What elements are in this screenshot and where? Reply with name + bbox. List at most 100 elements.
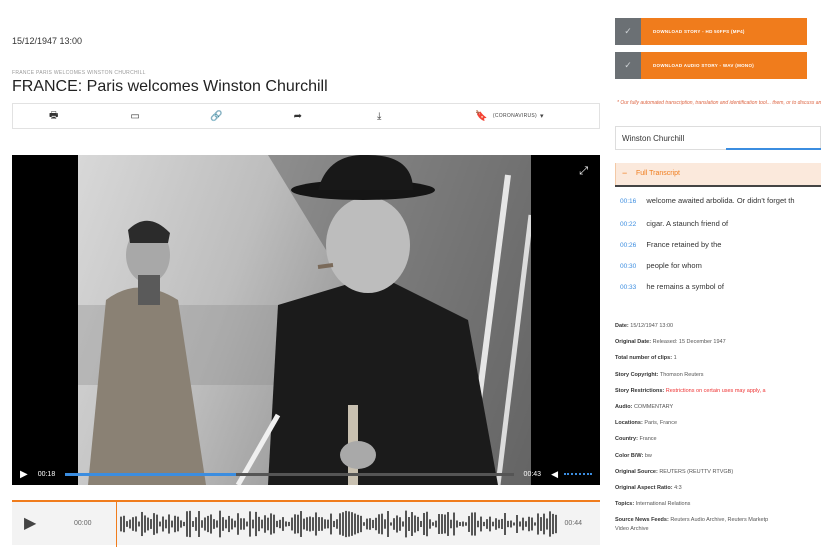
metadata-value: Thomson Reuters (659, 371, 704, 378)
waveform-bar (135, 516, 137, 532)
waveform-bar (255, 511, 257, 537)
metadata-row: Color B/W: bw (615, 453, 821, 469)
waveform-bar (477, 520, 479, 528)
waveform-bar (339, 513, 341, 535)
transcript-timestamp[interactable]: 00:16 (620, 198, 636, 205)
waveform-bar (465, 522, 467, 526)
waveform-bar (333, 520, 335, 528)
full-transcript-toggle[interactable]: − Full Transcript (615, 163, 821, 185)
metadata-row: Date: 15/12/1947 13:00 (615, 323, 821, 339)
restrictions-link[interactable]: Restrictions on certain uses may apply, … (666, 388, 766, 394)
bookmark-dropdown[interactable]: 🔖 (CORONAVIRUS) ▾ (420, 111, 599, 122)
waveform-bar (126, 521, 128, 527)
transcript-text: welcome awaited arbolida. Or didn't forg… (646, 196, 795, 205)
metadata-label: Story Copyright: (615, 371, 659, 378)
seek-progress (65, 472, 236, 476)
waveform-bar (522, 517, 524, 531)
waveform-bar (327, 519, 329, 529)
transcript-timestamp[interactable]: 00:30 (620, 263, 636, 270)
waveform-bar (411, 512, 413, 536)
metadata-value: 15/12/1947 13:00 (630, 323, 674, 329)
metadata-value: 4:3 (674, 484, 682, 491)
waveform-bar (546, 518, 548, 530)
download-audio-button[interactable]: ✓ DOWNLOAD AUDIO STORY - WAV (MONO) (615, 52, 807, 79)
video-player[interactable]: ⤢ ▶ 00:18 00:43 ◀ (12, 155, 600, 485)
transcript-line[interactable]: 00:26 France retained by the (620, 240, 721, 249)
waveform-bar (501, 518, 503, 530)
waveform-bar (384, 519, 386, 529)
transcript-line[interactable]: 00:30 people for whom (620, 261, 702, 270)
transcript-line[interactable]: 00:33 he remains a symbol of (620, 282, 724, 291)
transcript-line[interactable]: 00:16 welcome awaited arbolida. Or didn'… (620, 196, 795, 205)
waveform-bar (312, 517, 314, 531)
audio-player[interactable]: ▶ 00:00 00:44 (12, 500, 600, 547)
download-icon: ⤓ (377, 110, 382, 122)
transcript-timestamp[interactable]: 00:22 (620, 221, 636, 228)
waveform-bar (435, 520, 437, 528)
metadata-row: Total number of clips: 1 (615, 355, 821, 371)
play-icon[interactable]: ▶ (20, 469, 28, 480)
waveform-bar (138, 521, 140, 527)
metadata-value: REUTERS (REUTTV RTVGB) (659, 468, 734, 475)
expand-icon[interactable]: ⤢ (579, 165, 588, 178)
print-icon: 🖶 (48, 109, 59, 121)
print-button[interactable]: 🖶 (13, 108, 94, 125)
download-button[interactable]: ⤓ (339, 111, 420, 122)
audio-waveform[interactable] (120, 508, 560, 540)
transcript-timestamp[interactable]: 00:33 (620, 284, 636, 291)
metadata-value: Reuters Audio Archive, Reuters Marketp (670, 517, 769, 524)
metadata-label: Source News Feeds: (615, 517, 669, 524)
share-button[interactable]: ➦ (257, 111, 338, 122)
waveform-bar (345, 510, 347, 538)
waveform-bar (549, 511, 551, 537)
waveform-bar (150, 519, 152, 529)
waveform-bar (555, 514, 557, 534)
transcript-line[interactable]: 00:22 cigar. A staunch friend of (620, 219, 728, 228)
player-controls: ▶ 00:18 00:43 ◀ (12, 463, 600, 485)
waveform-bar (225, 519, 227, 529)
waveform-bar (387, 511, 389, 537)
volume-icon[interactable]: ◀ (551, 469, 558, 480)
waveform-bar (456, 520, 458, 528)
check-icon: ✓ (615, 52, 641, 79)
waveform-bar (252, 519, 254, 529)
waveform-bar (186, 511, 188, 537)
waveform-bar (471, 512, 473, 536)
waveform-bar (129, 519, 131, 529)
waveform-bar (162, 516, 164, 532)
waveform-bar (480, 516, 482, 532)
download-story-label: DOWNLOAD STORY - HD 50FPS (MP4) (653, 28, 745, 34)
volume-slider[interactable] (564, 473, 592, 475)
duration: 00:43 (523, 470, 542, 478)
waveform-bar (405, 510, 407, 538)
link-icon: 🔗 (210, 110, 223, 122)
seek-bar[interactable] (65, 472, 514, 476)
speaker-select[interactable]: Winston Churchill (615, 126, 821, 150)
waveform-bar (168, 514, 170, 534)
waveform-bar (282, 517, 284, 531)
transcript-text: France retained by the (646, 240, 722, 249)
transcription-notice: * Our fully automated transcription, tra… (617, 100, 821, 106)
screen-icon: ▭ (130, 110, 140, 122)
waveform-bar (381, 513, 383, 535)
metadata-label: Original Aspect Ratio: (615, 484, 673, 491)
transcript-divider (615, 185, 821, 187)
waveform-bar (120, 516, 122, 532)
share-icon: ➦ (293, 110, 303, 122)
metadata-row: Locations: Paris, France (615, 420, 821, 436)
screen-button[interactable]: ▭ (94, 111, 175, 122)
waveform-bar (402, 521, 404, 527)
waveform-bar (285, 521, 287, 527)
transcript-timestamp[interactable]: 00:26 (620, 242, 636, 249)
metadata-label: Original Source: (615, 468, 658, 475)
chevron-down-icon: ▾ (540, 113, 544, 120)
waveform-bar (183, 521, 185, 527)
audio-play-icon[interactable]: ▶ (24, 513, 36, 533)
waveform-bar (498, 519, 500, 529)
link-button[interactable]: 🔗 (176, 111, 257, 122)
waveform-bar (444, 514, 446, 534)
audio-playhead[interactable] (116, 502, 117, 547)
waveform-bar (237, 513, 239, 535)
download-story-button[interactable]: ✓ DOWNLOAD STORY - HD 50FPS (MP4) (615, 18, 807, 45)
audio-start-time: 00:00 (74, 520, 92, 527)
